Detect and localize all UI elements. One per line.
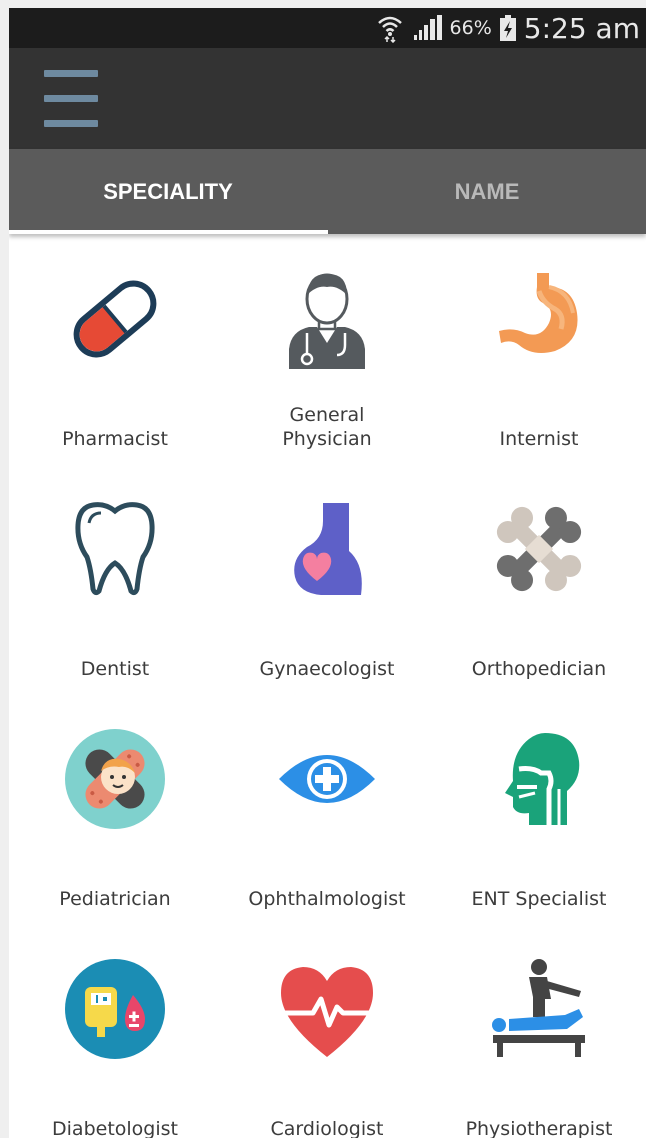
speciality-gynaecologist[interactable]: Gynaecologist — [221, 483, 433, 713]
speciality-label: Diabetologist — [52, 1118, 178, 1138]
speciality-pharmacist[interactable]: Pharmacist — [9, 253, 221, 483]
status-icons: 66% 5:25 am — [376, 8, 640, 48]
speciality-label: Gynaecologist — [259, 658, 395, 680]
speciality-label: Pharmacist — [62, 428, 168, 450]
eye-icon — [279, 755, 375, 803]
speciality-ent-specialist[interactable]: ENT Specialist — [433, 713, 645, 943]
app-screen: 66% 5:25 am SPECIALITY NAME Pharmacist G… — [9, 8, 646, 1138]
pregnancy-icon — [294, 503, 362, 595]
battery-percent: 66% — [449, 17, 492, 39]
bone-icon — [496, 506, 582, 592]
speciality-label: General Physician — [282, 404, 372, 450]
speciality-physiotherapist[interactable]: Physiotherapist — [433, 943, 645, 1138]
doctor-icon — [289, 273, 365, 369]
speciality-label: ENT Specialist — [471, 888, 607, 910]
speciality-label: Dentist — [80, 658, 150, 680]
hamburger-menu-icon[interactable] — [39, 68, 98, 130]
speciality-orthopedician[interactable]: Orthopedician — [433, 483, 645, 713]
speciality-internist[interactable]: Internist — [433, 253, 645, 483]
tab-indicator — [9, 230, 328, 234]
speciality-cardiologist[interactable]: Cardiologist — [221, 943, 433, 1138]
stomach-icon — [499, 273, 578, 353]
speciality-diabetologist[interactable]: Diabetologist — [9, 943, 221, 1138]
ent-head-icon — [505, 733, 580, 825]
speciality-label: Cardiologist — [270, 1118, 384, 1138]
capsule-icon — [73, 280, 157, 358]
tab-speciality[interactable]: SPECIALITY — [9, 149, 327, 234]
status-bar: 66% 5:25 am — [9, 8, 646, 48]
clock: 5:25 am — [523, 11, 640, 45]
heart-pulse-icon — [281, 967, 373, 1057]
speciality-label: Orthopedician — [471, 658, 607, 680]
speciality-general-physician[interactable]: General Physician — [221, 253, 433, 483]
speciality-label: Pediatrician — [59, 888, 171, 910]
speciality-label: Ophthalmologist — [248, 888, 406, 910]
app-bar — [9, 48, 646, 149]
speciality-label: Physiotherapist — [465, 1118, 613, 1138]
signal-icon — [413, 15, 442, 40]
speciality-dentist[interactable]: Dentist — [9, 483, 221, 713]
speciality-ophthalmologist[interactable]: Ophthalmologist — [221, 713, 433, 943]
speciality-pediatrician[interactable]: Pediatrician — [9, 713, 221, 943]
glucose-icon — [65, 959, 165, 1059]
tab-name[interactable]: NAME — [328, 149, 646, 234]
speciality-label: Internist — [499, 428, 579, 450]
physiotherapy-icon — [492, 959, 585, 1057]
tab-bar: SPECIALITY NAME — [9, 149, 646, 234]
battery-charging-icon — [499, 15, 516, 41]
tooth-icon — [75, 502, 155, 596]
baby-bandage-icon — [65, 729, 165, 829]
wifi-icon — [377, 16, 402, 43]
